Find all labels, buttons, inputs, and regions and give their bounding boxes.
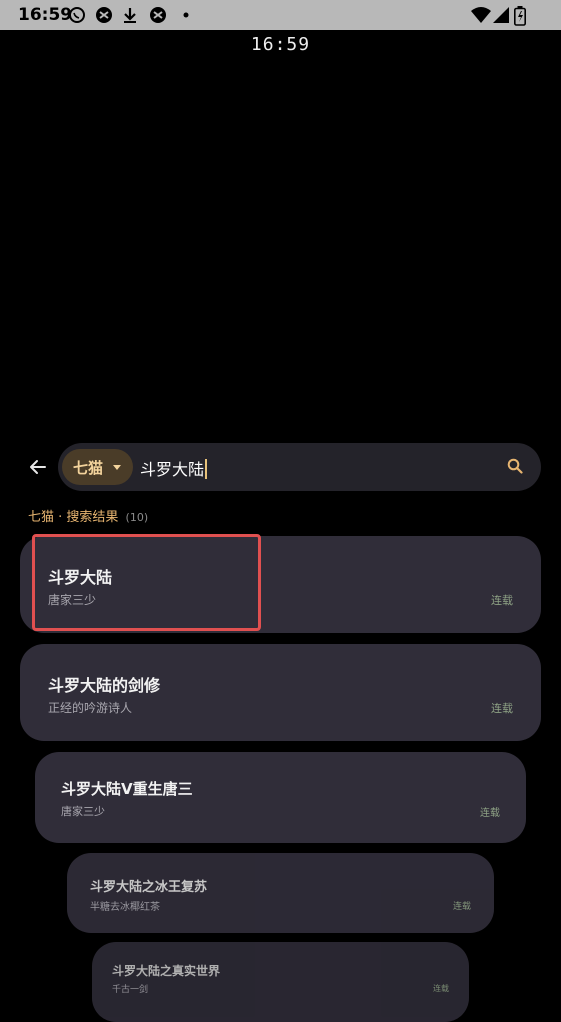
- result-status: 连载: [452, 902, 471, 912]
- text-cursor: [205, 459, 208, 479]
- status-bar: 16:59: [0, 0, 561, 30]
- results-header: 七猫 · 搜索结果 (10): [28, 506, 148, 525]
- back-button[interactable]: [26, 455, 50, 479]
- result-status: 连载: [480, 808, 500, 819]
- result-status: 连载: [433, 984, 449, 993]
- results-label: 七猫 · 搜索结果: [28, 510, 119, 525]
- selection-highlight: [32, 534, 261, 631]
- app-icon: [95, 6, 113, 28]
- result-author: 正经的吟游诗人: [48, 701, 133, 715]
- search-input[interactable]: 斗罗大陆: [140, 456, 208, 480]
- app-icon: [149, 6, 167, 28]
- search-bar: 七猫 斗罗大陆: [58, 443, 541, 491]
- result-author: 半糖去冰椰红茶: [90, 902, 160, 913]
- result-title: 斗罗大陆之冰王复苏: [90, 880, 208, 895]
- result-title: 斗罗大陆之真实世界: [112, 964, 221, 978]
- results-count: (10): [125, 511, 149, 524]
- result-title: 斗罗大陆V重生唐三: [61, 780, 193, 798]
- back-arrow-icon: [30, 460, 46, 474]
- signal-icon: [492, 6, 510, 28]
- result-title: 斗罗大陆的剑修: [48, 676, 161, 695]
- result-status: 连载: [491, 594, 513, 607]
- search-button[interactable]: [507, 458, 523, 474]
- battery-icon: [514, 6, 526, 30]
- result-card[interactable]: 斗罗大陆之冰王复苏 半糖去冰椰红茶 连载: [67, 853, 494, 933]
- result-author: 唐家三少: [61, 805, 105, 818]
- status-time: 16:59: [18, 5, 73, 25]
- wifi-icon: [470, 6, 492, 28]
- search-icon: [507, 458, 523, 474]
- result-card[interactable]: 斗罗大陆之真实世界 千古一剑 连载: [92, 942, 469, 1022]
- clock: 16:59: [250, 34, 311, 55]
- source-selector[interactable]: 七猫: [62, 449, 133, 485]
- source-label: 七猫: [73, 459, 104, 477]
- result-status: 连载: [491, 702, 513, 715]
- result-card[interactable]: 斗罗大陆的剑修 正经的吟游诗人 连载: [20, 644, 541, 741]
- whatsapp-icon: [68, 6, 86, 28]
- download-icon: [122, 6, 138, 28]
- dot-icon: [182, 6, 190, 28]
- result-card[interactable]: 斗罗大陆V重生唐三 唐家三少 连载: [35, 752, 526, 843]
- search-query-text: 斗罗大陆: [140, 460, 205, 479]
- chevron-down-icon: [113, 465, 121, 470]
- result-author: 千古一剑: [112, 985, 149, 995]
